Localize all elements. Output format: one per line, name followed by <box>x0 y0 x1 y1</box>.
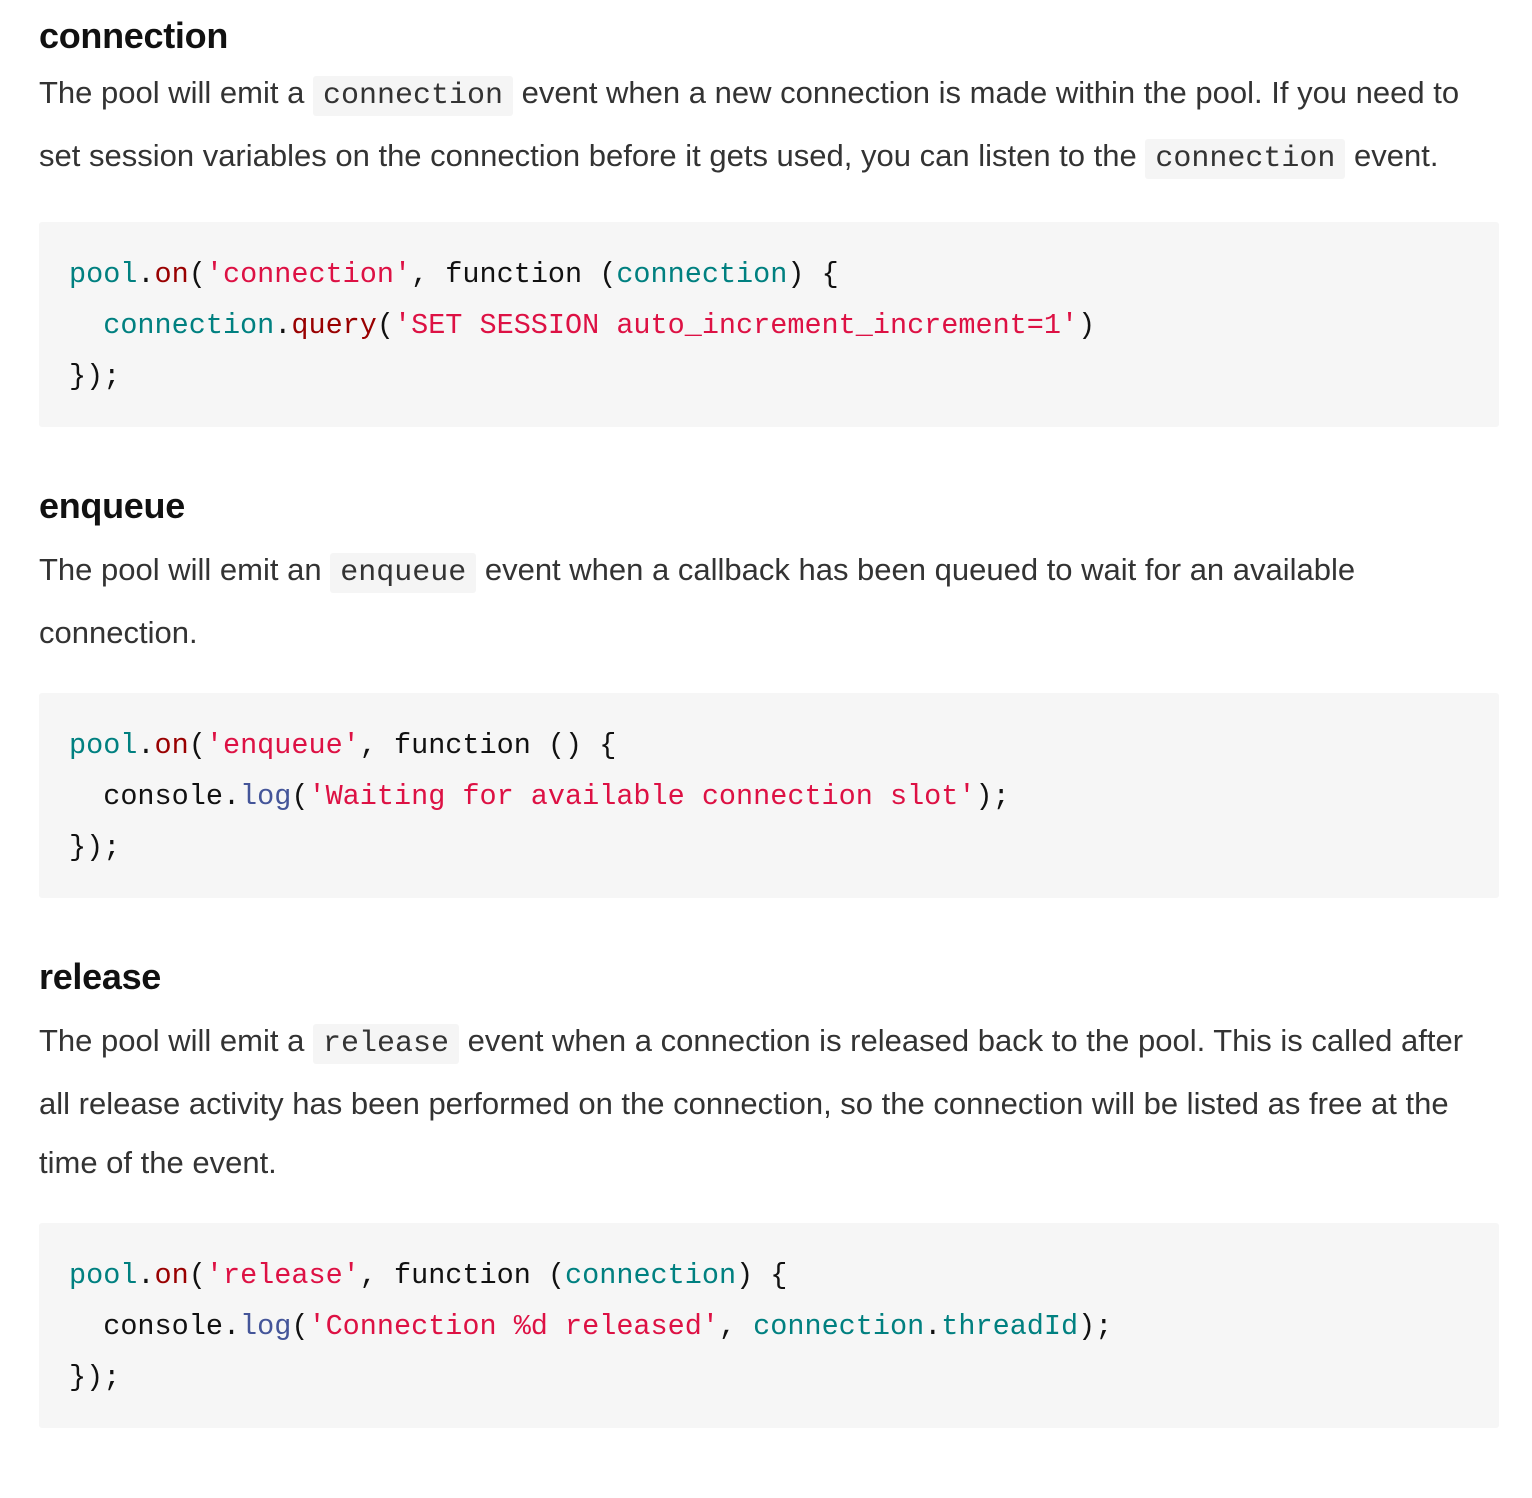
code-token: connection <box>616 258 788 291</box>
code-token: ); <box>975 780 1010 813</box>
code-block-enqueue[interactable]: pool.on('enqueue', function () { console… <box>39 693 1499 898</box>
code-token: pool <box>69 1259 138 1292</box>
code-block-release[interactable]: pool.on('release', function (connection)… <box>39 1223 1499 1428</box>
code-token: , function ( <box>411 258 617 291</box>
code-token: ( <box>376 309 394 342</box>
code-token: on <box>154 258 189 291</box>
code-token: }); <box>69 831 121 864</box>
section-connection: connection The pool will emit a connecti… <box>39 0 1499 427</box>
code-token: on <box>154 729 189 762</box>
code-token: connection <box>753 1310 925 1343</box>
code-token: ( <box>291 780 309 813</box>
section-enqueue: enqueue The pool will emit an enqueue ev… <box>39 484 1499 898</box>
inline-code: enqueue <box>330 553 477 593</box>
code-token: }); <box>69 360 121 393</box>
code-token: log <box>240 1310 292 1343</box>
code-token: ) { <box>787 258 839 291</box>
code-token: on <box>154 1259 189 1292</box>
text: The pool will emit a <box>39 75 313 110</box>
code-token: ) <box>1078 309 1096 342</box>
paragraph-connection: The pool will emit a connection event wh… <box>39 63 1499 189</box>
code-token: console. <box>103 1310 241 1343</box>
code-token: }); <box>69 1361 121 1394</box>
code-token: 'SET SESSION auto_increment_increment=1' <box>393 309 1079 342</box>
text: The pool will emit a <box>39 1023 313 1058</box>
code-token: . <box>274 309 292 342</box>
text: The pool will emit an <box>39 552 331 587</box>
code-token: 'connection' <box>205 258 412 291</box>
section-release: release The pool will emit a release eve… <box>39 955 1499 1428</box>
code-token: . <box>137 1259 155 1292</box>
code-block-connection[interactable]: pool.on('connection', function (connecti… <box>39 222 1499 427</box>
code-token: , function ( <box>359 1259 566 1292</box>
code-token: ( <box>188 1259 206 1292</box>
code-token: 'Connection %d released' <box>308 1310 719 1343</box>
code-token: . <box>137 729 155 762</box>
code-token: 'release' <box>205 1259 360 1292</box>
code-token: ( <box>188 258 206 291</box>
code-token: console. <box>103 780 241 813</box>
text: event. <box>1345 138 1439 173</box>
code-token: ); <box>1078 1310 1113 1343</box>
code-token: , function () { <box>359 729 617 762</box>
doc-content: connection The pool will emit a connecti… <box>0 0 1532 1428</box>
heading-release: release <box>39 956 162 997</box>
code-token: . <box>924 1310 942 1343</box>
inline-code: release <box>312 1024 459 1064</box>
code-token: pool <box>69 729 138 762</box>
code-token: . <box>137 258 155 291</box>
code-token: ) { <box>736 1259 788 1292</box>
code-token: threadId <box>941 1310 1079 1343</box>
code-token: connection <box>103 309 275 342</box>
paragraph-enqueue: The pool will emit an enqueue event when… <box>39 540 1499 662</box>
code-token: , <box>718 1310 754 1343</box>
inline-code: connection <box>1145 139 1346 179</box>
heading-enqueue: enqueue <box>39 485 185 526</box>
code-token: query <box>291 309 377 342</box>
code-token: 'Waiting for available connection slot' <box>308 780 976 813</box>
inline-code: connection <box>312 76 513 116</box>
code-token: ( <box>291 1310 309 1343</box>
code-token: pool <box>69 258 138 291</box>
code-token: ( <box>188 729 206 762</box>
code-token: 'enqueue' <box>205 729 360 762</box>
heading-connection: connection <box>39 15 229 56</box>
code-token: connection <box>565 1259 737 1292</box>
paragraph-release: The pool will emit a release event when … <box>39 1011 1499 1192</box>
code-token: log <box>240 780 292 813</box>
